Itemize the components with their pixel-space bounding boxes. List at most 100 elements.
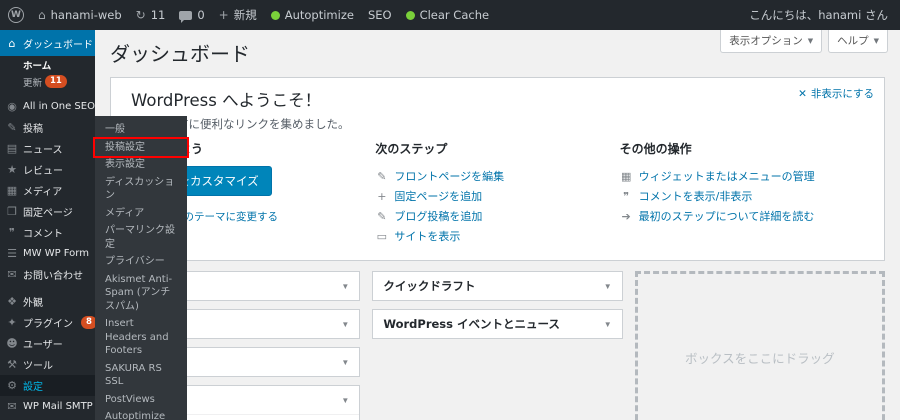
edit-front-page-link[interactable]: フロントページを編集	[394, 168, 504, 184]
site-name-link[interactable]: ⌂ hanami-web	[38, 8, 122, 22]
widget-title: クイックドラフト	[383, 279, 476, 293]
sidebar-item-label: 設定	[23, 382, 43, 393]
first-steps-docs-link[interactable]: 最初のステップについて詳細を読む	[639, 208, 815, 224]
comments-count: 0	[197, 8, 205, 22]
add-blog-post-link[interactable]: ブログ投稿を追加	[394, 208, 482, 224]
dismiss-welcome-link[interactable]: ✕ 非表示にする	[798, 86, 874, 101]
clear-cache-button[interactable]: Clear Cache	[405, 8, 489, 22]
sidebar-item-plugins[interactable]: ✦ プラグイン 8	[0, 312, 97, 333]
widget-toggle-button[interactable]: ▼	[341, 282, 349, 291]
settings-submenu-permalinks[interactable]: パーマリンク設定	[95, 222, 187, 253]
home-icon: ⌂	[38, 8, 46, 22]
tools-icon: ⚒	[7, 358, 17, 371]
settings-submenu-general[interactable]: 一般	[95, 121, 187, 139]
comments-bubble-icon	[179, 10, 193, 23]
sidebar-item-mw-wp-form[interactable]: ☰ MW WP Form	[0, 243, 95, 264]
plugins-icon: ✦	[7, 316, 17, 329]
settings-submenu-insert-headers-footers[interactable]: Insert Headers and Footers	[95, 315, 187, 360]
sidebar-item-pages[interactable]: ❐ 固定ページ	[0, 201, 95, 222]
sidebar-item-contact[interactable]: ✉ お問い合わせ	[0, 264, 95, 285]
comments-link[interactable]: 0	[179, 8, 205, 23]
widget-toggle-button[interactable]: ▼	[341, 320, 349, 329]
sidebar-item-all-in-one-seo[interactable]: ◉ All in One SEO	[0, 96, 95, 117]
sidebar-item-comments[interactable]: ❞ コメント	[0, 222, 95, 243]
posts-icon: ✎	[7, 121, 17, 134]
sidebar-item-dashboard[interactable]: ⌂ ダッシュボード	[0, 30, 95, 56]
sidebar-item-appearance[interactable]: ❖ 外観	[0, 291, 95, 312]
sidebar-item-updates[interactable]: 更新 11	[0, 73, 95, 90]
settings-submenu-postviews[interactable]: PostViews	[95, 391, 187, 409]
mail-icon: ✉	[7, 400, 17, 413]
updates-count: 11	[150, 8, 166, 22]
settings-submenu-sakura-rs-ssl[interactable]: SAKURA RS SSL	[95, 360, 187, 391]
widget-title: WordPress イベントとニュース	[383, 317, 560, 331]
autoptimize-menu[interactable]: Autoptimize	[270, 8, 354, 22]
more-actions-heading: その他の操作	[619, 142, 692, 156]
user-account-menu[interactable]: こんにちは、hanami さん	[749, 7, 888, 23]
wordpress-menu[interactable]: W	[8, 7, 24, 23]
widget-header[interactable]: クイックドラフト ▼	[373, 272, 621, 300]
settings-submenu-discussion[interactable]: ディスカッション	[95, 174, 187, 205]
new-content-label: 新規	[233, 8, 257, 22]
sidebar-item-label: プラグイン	[23, 319, 73, 330]
learn-more-icon: ➔	[621, 209, 631, 223]
greeting-label: こんにちは、hanami さん	[749, 8, 888, 22]
widget-drop-zone[interactable]: ボックスをここにドラッグ	[634, 271, 885, 420]
sidebar-item-media[interactable]: ▦ メディア	[0, 180, 95, 201]
help-label: ヘルプ	[837, 35, 869, 47]
widget-postbox-events-news: WordPress イベントとニュース ▼	[372, 309, 623, 339]
view-site-link[interactable]: サイトを表示	[394, 228, 460, 244]
widget-toggle-button[interactable]: ▼	[604, 282, 612, 291]
updates-icon: ↻	[135, 8, 146, 22]
settings-icon: ⚙	[7, 379, 17, 392]
sidebar-item-home[interactable]: ホーム	[0, 56, 95, 73]
settings-submenu-akismet[interactable]: Akismet Anti-Spam (アンチスパム)	[95, 271, 187, 316]
sidebar-item-wp-mail-smtp[interactable]: ✉ WP Mail SMTP	[0, 396, 95, 417]
welcome-subtitle: 初めての方に便利なリンクを集めました。	[131, 117, 350, 131]
toggle-comments-link[interactable]: コメントを表示/非表示	[639, 188, 753, 204]
sidebar-item-users[interactable]: ☻ ユーザー	[0, 333, 95, 354]
new-content-button[interactable]: + 新規	[219, 7, 257, 23]
autoptimize-label: Autoptimize	[284, 8, 354, 22]
welcome-panel: ✕ 非表示にする WordPress へようこそ！ 初めての方に便利なリンクを集…	[110, 77, 885, 261]
sidebar-item-label: All in One SEO	[23, 101, 95, 112]
next-steps-heading: 次のステップ	[375, 142, 448, 156]
dashboard-icon: ⌂	[8, 36, 16, 50]
settings-submenu-media[interactable]: メディア	[95, 205, 187, 223]
screen-meta-buttons: 表示オプション ▼ ヘルプ ▼	[714, 30, 888, 53]
widgets-column-middle: クイックドラフト ▼ WordPress イベントとニュース ▼	[372, 271, 623, 347]
manage-widgets-menus-link[interactable]: ウィジェットまたはメニューの管理	[639, 168, 815, 184]
add-page-link[interactable]: 固定ページを追加	[394, 188, 482, 204]
settings-submenu-privacy[interactable]: プライバシー	[95, 253, 187, 271]
sidebar-item-tools[interactable]: ⚒ ツール	[0, 354, 95, 375]
sidebar-item-posts[interactable]: ✎ 投稿	[0, 117, 95, 138]
settings-submenu-writing[interactable]: 投稿設定	[93, 136, 189, 158]
seo-menu[interactable]: SEO	[368, 8, 392, 22]
admin-bar-right: こんにちは、hanami さん	[749, 0, 888, 30]
updates-link[interactable]: ↻ 11	[136, 8, 166, 22]
sidebar-item-news[interactable]: ▤ ニュース	[0, 138, 95, 159]
write-post-icon: ✎	[377, 209, 387, 223]
settings-submenu-autoptimize[interactable]: Autoptimize	[95, 408, 187, 420]
settings-submenu-reading[interactable]: 表示設定	[95, 156, 187, 174]
list-item: ➔ 最初のステップについて詳細を読む	[620, 206, 864, 226]
users-icon: ☻	[6, 337, 18, 350]
help-button[interactable]: ヘルプ ▼	[828, 30, 888, 53]
widget-toggle-button[interactable]: ▼	[341, 396, 349, 405]
site-name-label: hanami-web	[50, 8, 122, 22]
welcome-next-steps-column: 次のステップ ✎ フロントページを編集 + 固定ページを追加 ✎ ブログ投稿を追…	[375, 142, 619, 246]
clear-cache-status-icon	[405, 10, 415, 20]
form-icon: ☰	[7, 247, 17, 260]
sidebar-item-settings[interactable]: ⚙ 設定	[0, 375, 95, 396]
widget-header[interactable]: WordPress イベントとニュース ▼	[373, 310, 621, 338]
sidebar-item-reviews[interactable]: ★ レビュー	[0, 159, 95, 180]
sidebar-item-label: 投稿	[23, 124, 43, 135]
widget-toggle-button[interactable]: ▼	[604, 320, 612, 329]
widget-toggle-button[interactable]: ▼	[341, 358, 349, 367]
dashboard-widgets-area: ▼ ▼ ▼ ▼ クイックドラフト ▼ WordPress イベントとニュース ▼…	[95, 271, 900, 420]
screen-options-button[interactable]: 表示オプション ▼	[720, 30, 823, 53]
sidebar-item-label: レビュー	[23, 166, 63, 177]
wordpress-logo-icon: W	[8, 7, 24, 23]
welcome-title: WordPress へようこそ！	[131, 91, 322, 110]
sidebar-item-label: コメント	[23, 229, 63, 240]
